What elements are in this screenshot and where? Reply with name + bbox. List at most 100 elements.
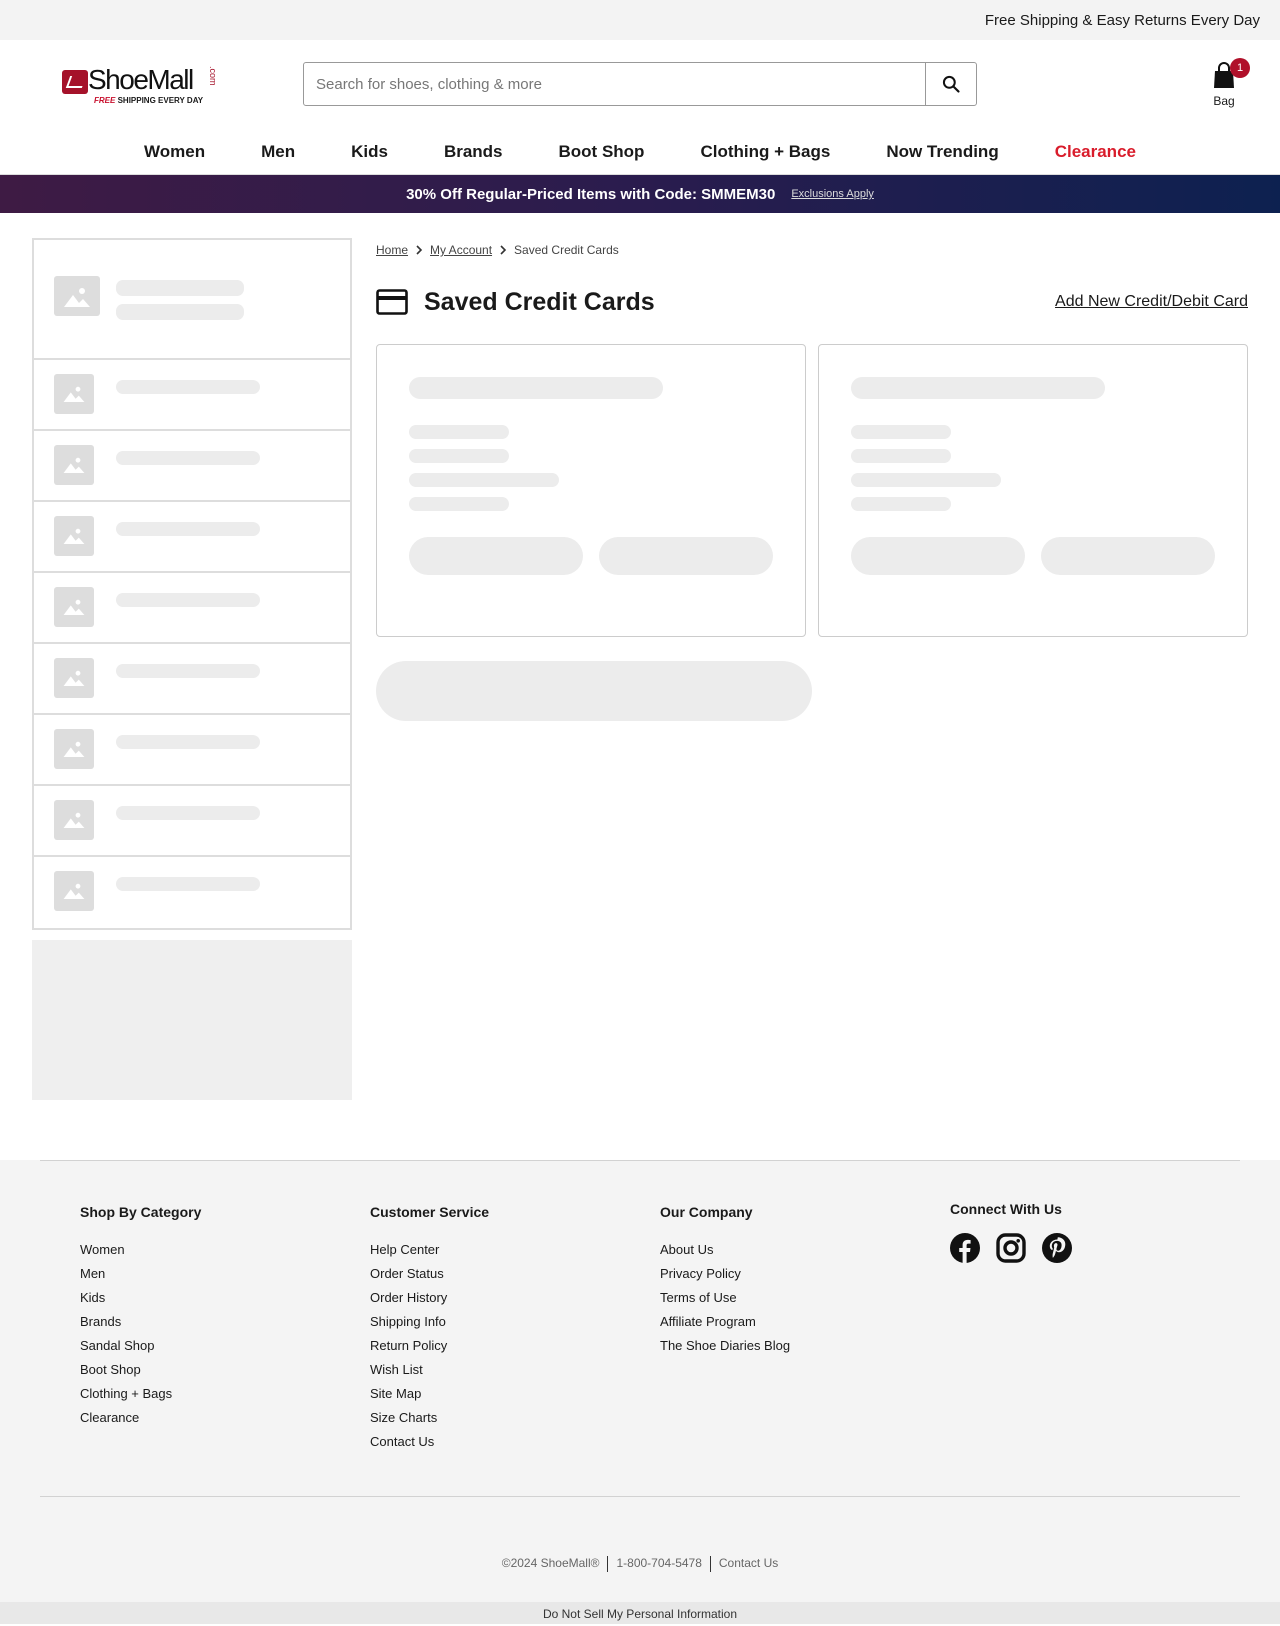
breadcrumb-current: Saved Credit Cards [514,243,619,257]
footer-link[interactable]: Wish List [370,1362,489,1378]
chevron-right-icon [416,245,423,255]
logo-mark-icon [62,70,88,94]
footer-link[interactable]: Kids [80,1290,201,1306]
skeleton-line [409,377,663,399]
footer-link[interactable]: Help Center [370,1242,489,1258]
nav-men[interactable]: Men [261,142,295,162]
pinterest-icon[interactable] [1042,1233,1072,1268]
account-profile-placeholder [34,240,350,360]
breadcrumb-home[interactable]: Home [376,243,408,257]
add-card-link[interactable]: Add New Credit/Debit Card [1055,293,1248,311]
skeleton-line [116,877,260,891]
logo-com: .com [208,66,218,86]
site-header: ShoeMall .com FREE SHIPPING EVERY DAY 1 … [0,40,1280,130]
footer-link[interactable]: Boot Shop [80,1362,201,1378]
skeleton-button [851,537,1025,575]
skeleton-line [116,522,260,536]
footer-link[interactable]: Order History [370,1290,489,1306]
footer-link[interactable]: Brands [80,1314,201,1330]
footer-bottom: ©2024 ShoeMall® 1-800-704-5478 Contact Us [0,1556,1280,1572]
footer-link[interactable]: Privacy Policy [660,1266,790,1282]
facebook-icon[interactable] [950,1233,980,1268]
sidebar-ad-placeholder [32,940,352,1100]
nav-women[interactable]: Women [144,142,205,162]
footer-link[interactable]: Affiliate Program [660,1314,790,1330]
skeleton-line [116,380,260,394]
nav-now-trending[interactable]: Now Trending [886,142,998,162]
skeleton-line [851,473,1001,487]
breadcrumb-my-account[interactable]: My Account [430,243,492,257]
nav-brands[interactable]: Brands [444,142,503,162]
footer-link[interactable]: Men [80,1266,201,1282]
footer-heading: Customer Service [370,1204,490,1220]
skeleton-line [851,449,951,463]
exclusions-link[interactable]: Exclusions Apply [791,188,874,200]
account-menu-skeleton [32,238,352,930]
skeleton-line [409,497,509,511]
bag-label: Bag [1213,94,1235,108]
footer-divider [40,1496,1240,1497]
bag-button[interactable]: 1 Bag [1206,58,1250,108]
skeleton-line [116,664,260,678]
skeleton-line [116,304,244,320]
footer-link[interactable]: About Us [660,1242,790,1258]
footer-link[interactable]: Size Charts [370,1410,489,1426]
image-placeholder-icon [54,276,100,316]
main-navigation: Women Men Kids Brands Boot Shop Clothing… [0,130,1280,175]
footer-link[interactable]: Contact Us [370,1434,489,1450]
divider [709,1556,711,1572]
image-placeholder-icon [54,800,94,840]
divider [607,1556,609,1572]
do-not-sell-link[interactable]: Do Not Sell My Personal Information [0,1602,1280,1624]
footer-link[interactable]: Site Map [370,1386,489,1402]
shoemall-logo[interactable]: ShoeMall .com FREE SHIPPING EVERY DAY [62,64,222,108]
promo-text: 30% Off Regular-Priced Items with Code: … [406,185,776,203]
footer-link[interactable]: Shipping Info [370,1314,489,1330]
image-placeholder-icon [54,516,94,556]
account-sidebar [32,238,352,1100]
footer-link[interactable]: Return Policy [370,1338,489,1354]
search-button[interactable] [925,63,976,105]
logo-wordmark: ShoeMall [88,64,194,95]
nav-clearance[interactable]: Clearance [1055,142,1136,162]
footer-link[interactable]: Order Status [370,1266,489,1282]
skeleton-button [1041,537,1215,575]
credit-card-icon [376,289,408,315]
page-title: Saved Credit Cards [424,287,655,316]
footer-shop-by-category: Shop By Category Women Men Kids Brands S… [80,1204,201,1434]
footer-link[interactable]: Clearance [80,1410,201,1426]
instagram-icon[interactable] [996,1233,1026,1268]
skeleton-button [409,537,583,575]
top-announcement-bar: Free Shipping & Easy Returns Every Day [0,0,1280,40]
phone-link[interactable]: 1-800-704-5478 [610,1556,707,1570]
social-links [950,1233,1072,1268]
footer-link[interactable]: The Shoe Diaries Blog [660,1338,790,1354]
skeleton-button [599,537,773,575]
skeleton-line [116,593,260,607]
footer-link[interactable]: Sandal Shop [80,1338,201,1354]
chevron-right-icon [500,245,507,255]
footer-heading: Connect With Us [950,1201,1062,1217]
promo-banner: 30% Off Regular-Priced Items with Code: … [0,175,1280,213]
nav-boot-shop[interactable]: Boot Shop [559,142,645,162]
main-content: Home My Account Saved Credit Cards Saved… [376,238,1248,721]
menu-item-placeholder [34,573,350,644]
skeleton-line [116,280,244,296]
search-input[interactable] [304,63,925,105]
skeleton-button-wide [376,661,812,721]
footer-link[interactable]: Women [80,1242,201,1258]
footer-connect: Connect With Us [950,1201,1072,1268]
nav-kids[interactable]: Kids [351,142,388,162]
skeleton-line [851,425,951,439]
footer-link[interactable]: Terms of Use [660,1290,790,1306]
menu-item-placeholder [34,715,350,786]
image-placeholder-icon [54,374,94,414]
skeleton-line [409,473,559,487]
menu-item-placeholder [34,857,350,928]
breadcrumb: Home My Account Saved Credit Cards [376,238,1248,262]
contact-link[interactable]: Contact Us [713,1556,784,1570]
menu-item-placeholder [34,644,350,715]
page-header: Saved Credit Cards Add New Credit/Debit … [376,284,1248,320]
nav-clothing-bags[interactable]: Clothing + Bags [700,142,830,162]
footer-link[interactable]: Clothing + Bags [80,1386,201,1402]
